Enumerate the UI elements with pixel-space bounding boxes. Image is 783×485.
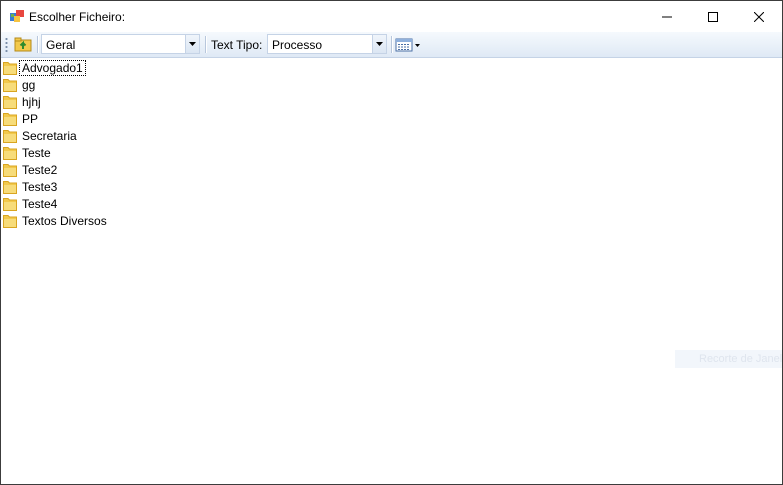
file-list-item[interactable]: Teste <box>3 144 53 161</box>
type-combobox[interactable]: Processo <box>267 34 387 54</box>
file-list-item[interactable]: PP <box>3 110 40 127</box>
file-name: Teste <box>22 145 51 160</box>
file-name: Secretaria <box>22 128 77 143</box>
folder-icon <box>3 95 17 109</box>
minimize-icon <box>662 16 672 17</box>
maximize-icon <box>708 11 718 22</box>
up-folder-button[interactable] <box>12 34 34 55</box>
file-name: Textos Diversos <box>22 213 107 228</box>
file-name: hjhj <box>22 94 41 109</box>
close-icon <box>754 11 764 22</box>
file-list-item[interactable]: Secretaria <box>3 127 79 144</box>
window-title: Escolher Ficheiro: <box>29 10 126 24</box>
file-list-item[interactable]: Teste2 <box>3 161 59 178</box>
file-list-item[interactable]: Textos Diversos <box>3 212 109 229</box>
type-value: Processo <box>272 38 323 52</box>
view-details-icon <box>395 38 420 51</box>
title-bar[interactable]: Escolher Ficheiro: <box>1 1 782 32</box>
file-chooser-window: Escolher Ficheiro: Geral Text Tipo: Proc… <box>0 0 783 485</box>
folder-icon <box>3 112 17 126</box>
location-value: Geral <box>46 38 76 52</box>
view-mode-button[interactable] <box>393 34 423 55</box>
ghost-overlay-text: Recorte de Janela <box>675 350 782 368</box>
type-dropdown-button[interactable] <box>372 35 386 53</box>
folder-icon <box>3 197 17 211</box>
file-name: Advogado1 <box>19 59 86 76</box>
folder-icon <box>3 214 17 228</box>
file-name: Teste4 <box>22 196 58 211</box>
folder-icon <box>3 146 17 160</box>
folder-icon <box>3 78 17 92</box>
folder-up-icon <box>14 37 32 52</box>
file-name: PP <box>22 111 39 126</box>
folder-icon <box>3 180 17 194</box>
maximize-button[interactable] <box>690 1 736 32</box>
minimize-button[interactable] <box>644 1 690 32</box>
folder-icon <box>3 163 17 177</box>
folder-icon <box>3 129 17 143</box>
toolbar-separator <box>37 36 39 53</box>
toolbar-separator <box>205 36 207 53</box>
file-list-item[interactable]: gg <box>3 76 37 93</box>
file-list-item[interactable]: hjhj <box>3 93 43 110</box>
chevron-down-icon <box>376 42 383 46</box>
type-label: Text Tipo: <box>211 38 263 52</box>
toolbar: Geral Text Tipo: Processo <box>1 32 782 58</box>
location-combobox[interactable]: Geral <box>41 34 200 54</box>
file-list-item[interactable]: Teste3 <box>3 178 59 195</box>
file-name: gg <box>22 77 36 92</box>
location-dropdown-button[interactable] <box>185 35 199 53</box>
folder-icon <box>3 61 17 75</box>
app-icon <box>10 10 24 23</box>
toolbar-grip[interactable] <box>5 37 8 52</box>
close-button[interactable] <box>736 1 782 32</box>
file-list-item[interactable]: Advogado1 <box>3 59 86 76</box>
file-name: Teste2 <box>22 162 58 177</box>
chevron-down-icon <box>189 42 196 46</box>
file-name: Teste3 <box>22 179 58 194</box>
file-list[interactable]: Advogado1 gg hjhj PP Secretaria Teste Teste2 Te… <box>1 58 782 484</box>
file-list-item[interactable]: Teste4 <box>3 195 59 212</box>
